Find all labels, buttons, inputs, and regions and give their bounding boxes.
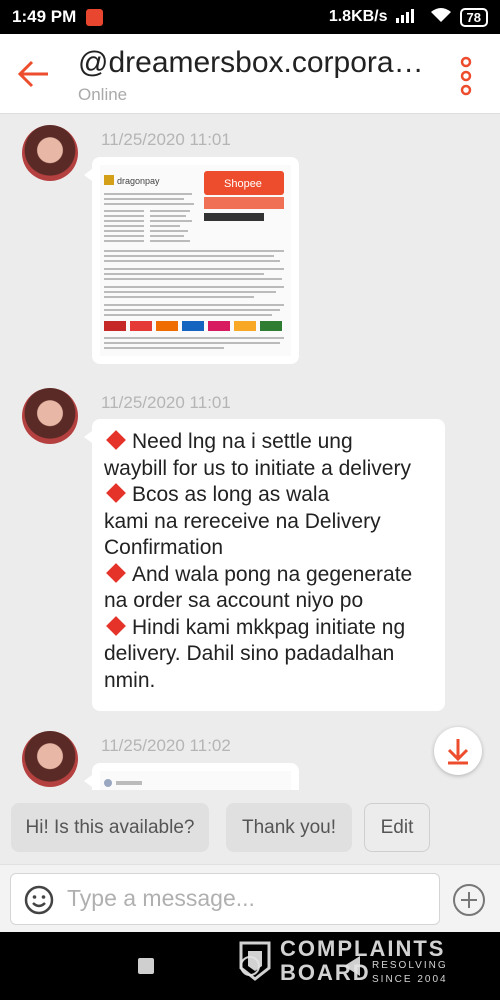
message-composer: Type a message...	[0, 864, 500, 932]
network-speed: 1.8KB/s	[328, 8, 388, 25]
message-placeholder: Type a message...	[67, 885, 255, 911]
message-line: Bcos as long as wala	[104, 482, 433, 509]
message-line: Hindi kami mkkpag initiate ng	[104, 615, 433, 642]
image-message[interactable]: dragonpay Shopee	[84, 157, 299, 364]
avatar[interactable]	[22, 388, 78, 444]
download-button[interactable]	[434, 727, 482, 775]
message-timestamp: 11/25/2020 11:01	[101, 393, 231, 412]
quick-replies-bar: Hi! Is this available? Thank you! Edit	[0, 790, 500, 864]
message-line: delivery. Dahil sino padadalhan	[104, 642, 395, 665]
message-timestamp: 11/25/2020 11:02	[101, 736, 231, 755]
battery-indicator: 78	[459, 7, 488, 27]
watermark-logo-icon	[238, 940, 272, 982]
download-icon	[434, 739, 482, 779]
edit-quick-replies-button[interactable]: Edit	[364, 803, 430, 852]
shared-image-thumbnail	[100, 771, 291, 790]
complaintsboard-watermark: COMPLAINTS BOARD RESOLVING SINCE 2004	[238, 936, 498, 992]
recent-apps-icon[interactable]	[138, 958, 154, 974]
dragonpay-label: dragonpay	[117, 176, 160, 186]
message-line: nmin.	[104, 668, 156, 692]
image-message[interactable]	[84, 763, 299, 790]
watermark-tag2: SINCE 2004	[372, 974, 448, 985]
plus-circle-icon[interactable]	[452, 883, 486, 917]
back-arrow-icon[interactable]	[14, 54, 54, 94]
message-line: na order sa account niyo po	[104, 589, 364, 612]
red-diamond-icon	[106, 430, 126, 450]
status-right: 1.8KB/s 78	[329, 7, 488, 28]
quick-reply-available[interactable]: Hi! Is this available?	[11, 803, 209, 852]
status-time: 1:49 PM	[12, 7, 77, 26]
message-line: And wala pong na gegenerate	[104, 562, 433, 589]
status-bar: 1:49 PM 1.8KB/s 78	[0, 0, 500, 34]
message-timestamp: 11/25/2020 11:01	[101, 130, 231, 149]
watermark-line1: COMPLAINTS	[280, 936, 446, 961]
watermark-line2: BOARD	[280, 960, 371, 985]
shopee-label: Shopee	[224, 178, 262, 190]
text-message[interactable]: Need lng na i settle ung waybill for us …	[84, 419, 445, 711]
message-body: Need lng na i settle ung waybill for us …	[92, 419, 445, 694]
quick-reply-thank-you[interactable]: Thank you!	[226, 803, 352, 852]
emoji-icon[interactable]	[23, 884, 55, 916]
shared-image-thumbnail: dragonpay Shopee	[100, 165, 291, 356]
chat-header: @dreamersbox.corporation Online	[0, 34, 500, 114]
watermark-tag1: RESOLVING	[372, 960, 448, 971]
notification-icon	[86, 8, 104, 26]
red-diamond-icon	[106, 562, 126, 583]
signal-icon	[395, 7, 422, 28]
wifi-icon	[430, 7, 452, 28]
avatar[interactable]	[22, 125, 78, 181]
message-line: Need lng na i settle ung	[104, 429, 433, 456]
message-line: kami na rereceive na Delivery	[104, 509, 381, 533]
avatar[interactable]	[22, 731, 78, 787]
more-vertical-icon[interactable]	[452, 56, 480, 96]
message-input[interactable]: Type a message...	[10, 873, 440, 925]
chat-title: @dreamersbox.corporation	[78, 46, 428, 79]
red-diamond-icon	[106, 483, 126, 503]
red-diamond-icon	[106, 615, 126, 636]
message-line: waybill for us to initiate a delivery	[104, 456, 411, 480]
message-line: Confirmation	[104, 536, 224, 559]
message-list[interactable]: 11/25/2020 11:01 dragonpay Shopee 11/25/…	[0, 114, 500, 790]
online-status: Online	[78, 85, 128, 104]
